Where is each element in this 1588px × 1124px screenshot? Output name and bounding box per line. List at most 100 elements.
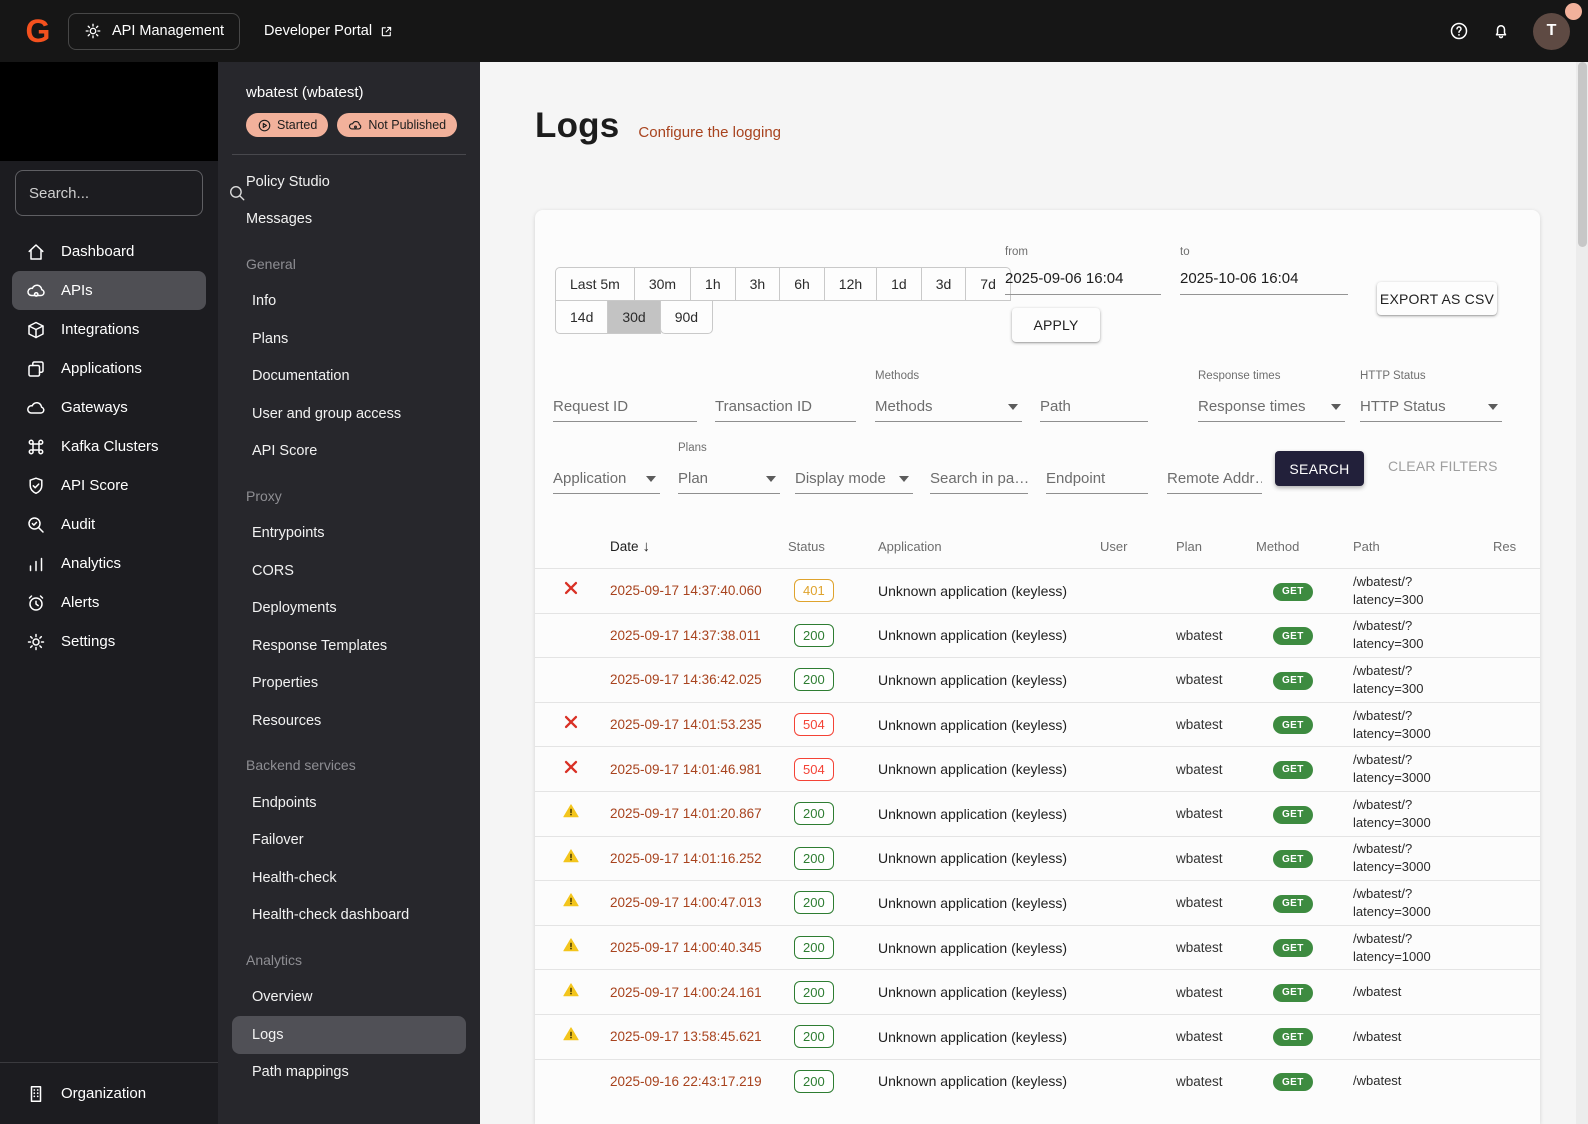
log-date-link[interactable]: 2025-09-17 14:01:46.981 bbox=[610, 762, 788, 777]
log-date-link[interactable]: 2025-09-17 14:01:53.235 bbox=[610, 717, 788, 732]
api-nav-item-deployments[interactable]: Deployments bbox=[232, 590, 466, 628]
table-row[interactable]: 2025-09-17 14:36:42.025200Unknown applic… bbox=[535, 657, 1540, 702]
log-date-link[interactable]: 2025-09-17 14:00:24.161 bbox=[610, 985, 788, 1000]
api-nav-item-health-check-dashboard[interactable]: Health-check dashboard bbox=[232, 897, 466, 935]
transaction-id-input[interactable] bbox=[715, 398, 856, 415]
range-button-14d[interactable]: 14d bbox=[555, 300, 608, 334]
table-row[interactable]: 2025-09-17 13:58:45.621200Unknown applic… bbox=[535, 1014, 1540, 1059]
to-date-input[interactable] bbox=[1180, 263, 1348, 295]
apply-button[interactable]: APPLY bbox=[1012, 308, 1100, 342]
sidebar-item-alerts[interactable]: Alerts bbox=[12, 583, 206, 622]
range-button-1d[interactable]: 1d bbox=[876, 267, 922, 301]
user-avatar[interactable]: T bbox=[1533, 13, 1570, 50]
sidebar-item-api-score[interactable]: API Score bbox=[12, 466, 206, 505]
api-nav-item-api-score[interactable]: API Score bbox=[232, 433, 466, 471]
range-button-6h[interactable]: 6h bbox=[779, 267, 825, 301]
table-row[interactable]: 2025-09-17 14:37:40.060401Unknown applic… bbox=[535, 568, 1540, 613]
response-times-select[interactable]: Response times bbox=[1198, 392, 1345, 422]
log-date-link[interactable]: 2025-09-16 22:43:17.219 bbox=[610, 1074, 788, 1089]
product-switcher[interactable]: API Management bbox=[68, 13, 240, 50]
table-row[interactable]: 2025-09-17 14:00:24.161200Unknown applic… bbox=[535, 969, 1540, 1014]
column-header-application[interactable]: Application bbox=[878, 539, 1100, 554]
table-row[interactable]: 2025-09-17 14:01:20.867200Unknown applic… bbox=[535, 791, 1540, 836]
methods-select[interactable]: Methods bbox=[875, 392, 1022, 422]
api-nav-item-plans[interactable]: Plans bbox=[232, 320, 466, 358]
sidebar-item-dashboard[interactable]: Dashboard bbox=[12, 232, 206, 271]
api-nav-item-entrypoints[interactable]: Entrypoints bbox=[232, 515, 466, 553]
log-date-link[interactable]: 2025-09-17 14:36:42.025 bbox=[610, 672, 788, 687]
api-nav-item-user-and-group-access[interactable]: User and group access bbox=[232, 395, 466, 433]
request-id-input[interactable] bbox=[553, 398, 697, 415]
range-button-3d[interactable]: 3d bbox=[921, 267, 967, 301]
api-nav-item-overview[interactable]: Overview bbox=[232, 979, 466, 1017]
api-nav-item-path-mappings[interactable]: Path mappings bbox=[232, 1054, 466, 1092]
sidebar-item-analytics[interactable]: Analytics bbox=[12, 544, 206, 583]
log-date-link[interactable]: 2025-09-17 14:01:20.867 bbox=[610, 806, 788, 821]
scrollbar-thumb[interactable] bbox=[1578, 62, 1587, 247]
log-date-link[interactable]: 2025-09-17 14:37:38.011 bbox=[610, 628, 788, 643]
table-row[interactable]: 2025-09-17 14:37:38.011200Unknown applic… bbox=[535, 613, 1540, 658]
column-header-plan[interactable]: Plan bbox=[1176, 539, 1256, 554]
range-button-12h[interactable]: 12h bbox=[824, 267, 877, 301]
api-nav-item-properties[interactable]: Properties bbox=[232, 665, 466, 703]
application-select[interactable]: Application bbox=[553, 464, 660, 494]
table-row[interactable]: 2025-09-16 22:43:17.219200Unknown applic… bbox=[535, 1059, 1540, 1104]
search-button[interactable]: SEARCH bbox=[1275, 451, 1364, 486]
log-date-link[interactable]: 2025-09-17 14:00:40.345 bbox=[610, 940, 788, 955]
from-date-input[interactable] bbox=[1005, 263, 1161, 295]
search-input[interactable] bbox=[29, 185, 228, 202]
plan-select[interactable]: Plan bbox=[678, 464, 780, 494]
table-row[interactable]: 2025-09-17 14:01:46.981504Unknown applic… bbox=[535, 746, 1540, 791]
range-button-30d[interactable]: 30d bbox=[607, 300, 660, 334]
export-csv-button[interactable]: EXPORT AS CSV bbox=[1377, 282, 1497, 315]
api-nav-item-policy-studio[interactable]: Policy Studio bbox=[232, 163, 466, 201]
vertical-scrollbar[interactable] bbox=[1576, 62, 1588, 1124]
notifications-bell-icon[interactable] bbox=[1491, 19, 1511, 43]
sidebar-item-organization[interactable]: Organization bbox=[0, 1062, 218, 1124]
log-date-link[interactable]: 2025-09-17 13:58:45.621 bbox=[610, 1029, 788, 1044]
clear-filters-button[interactable]: CLEAR FILTERS bbox=[1388, 458, 1498, 474]
table-row[interactable]: 2025-09-17 14:01:53.235504Unknown applic… bbox=[535, 702, 1540, 747]
column-header-status[interactable]: Status bbox=[788, 539, 878, 554]
configure-logging-link[interactable]: Configure the logging bbox=[638, 124, 781, 141]
api-nav-item-cors[interactable]: CORS bbox=[232, 552, 466, 590]
api-nav-item-documentation[interactable]: Documentation bbox=[232, 358, 466, 396]
log-date-link[interactable]: 2025-09-17 14:37:40.060 bbox=[610, 583, 788, 598]
api-nav-item-failover[interactable]: Failover bbox=[232, 822, 466, 860]
display-mode-select[interactable]: Display mode bbox=[795, 464, 913, 494]
table-row[interactable]: 2025-09-17 14:00:40.345200Unknown applic… bbox=[535, 925, 1540, 970]
range-button-last-5m[interactable]: Last 5m bbox=[555, 267, 635, 301]
range-button-30m[interactable]: 30m bbox=[634, 267, 691, 301]
gravitee-logo-icon[interactable]: G bbox=[18, 11, 58, 51]
remote-addr-input[interactable] bbox=[1167, 470, 1262, 487]
sidebar-item-gateways[interactable]: Gateways bbox=[12, 388, 206, 427]
column-header-res[interactable]: Res bbox=[1493, 539, 1540, 554]
developer-portal-link[interactable]: Developer Portal bbox=[264, 23, 394, 39]
column-header-path[interactable]: Path bbox=[1353, 539, 1493, 554]
table-row[interactable]: 2025-09-17 14:01:16.252200Unknown applic… bbox=[535, 836, 1540, 881]
sidebar-item-kafka-clusters[interactable]: Kafka Clusters bbox=[12, 427, 206, 466]
sidebar-item-applications[interactable]: Applications bbox=[12, 349, 206, 388]
http-status-select[interactable]: HTTP Status bbox=[1360, 392, 1502, 422]
column-header-method[interactable]: Method bbox=[1256, 539, 1353, 554]
api-nav-item-health-check[interactable]: Health-check bbox=[232, 859, 466, 897]
column-header-user[interactable]: User bbox=[1100, 539, 1176, 554]
range-button-1h[interactable]: 1h bbox=[690, 267, 736, 301]
api-nav-item-resources[interactable]: Resources bbox=[232, 702, 466, 740]
api-nav-item-info[interactable]: Info bbox=[232, 283, 466, 321]
table-row[interactable]: 2025-09-17 14:00:47.013200Unknown applic… bbox=[535, 880, 1540, 925]
sidebar-item-audit[interactable]: Audit bbox=[12, 505, 206, 544]
sidebar-search[interactable] bbox=[15, 170, 203, 216]
api-nav-item-logs[interactable]: Logs bbox=[232, 1016, 466, 1054]
range-button-90d[interactable]: 90d bbox=[660, 300, 713, 334]
log-date-link[interactable]: 2025-09-17 14:00:47.013 bbox=[610, 895, 788, 910]
endpoint-input[interactable] bbox=[1046, 470, 1148, 487]
api-nav-item-messages[interactable]: Messages bbox=[232, 201, 466, 239]
help-icon[interactable] bbox=[1449, 19, 1469, 43]
sidebar-item-settings[interactable]: Settings bbox=[12, 622, 206, 661]
range-button-3h[interactable]: 3h bbox=[735, 267, 781, 301]
sidebar-item-apis[interactable]: APIs bbox=[12, 271, 206, 310]
api-nav-item-response-templates[interactable]: Response Templates bbox=[232, 627, 466, 665]
path-input[interactable] bbox=[1040, 398, 1148, 415]
log-date-link[interactable]: 2025-09-17 14:01:16.252 bbox=[610, 851, 788, 866]
